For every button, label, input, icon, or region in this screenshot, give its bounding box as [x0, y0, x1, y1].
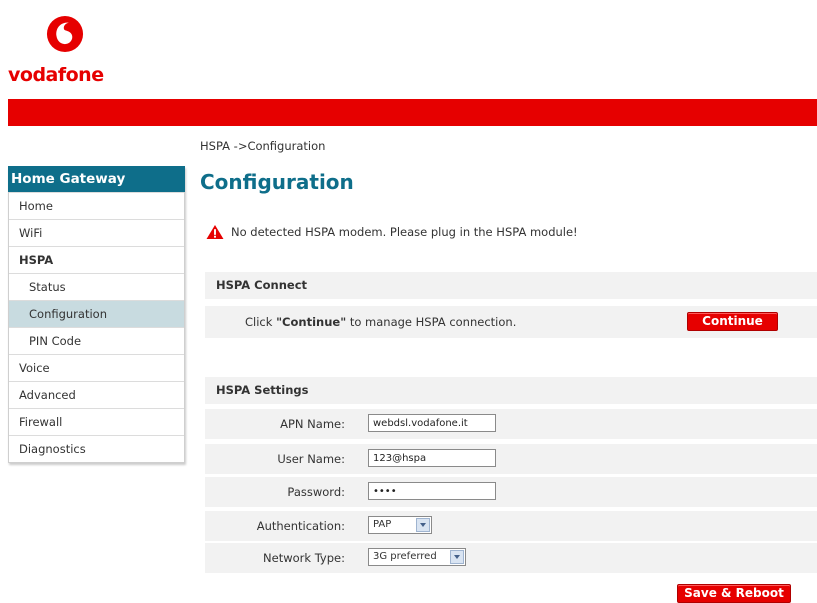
sidebar-item-home[interactable]: Home: [9, 192, 184, 219]
sidebar-item-hspa[interactable]: HSPA: [9, 246, 184, 273]
user-name-input[interactable]: [368, 449, 496, 467]
connect-text-bold: "Continue": [276, 315, 347, 329]
network-type-select[interactable]: 3G preferred: [368, 548, 466, 566]
password-label: Password:: [287, 485, 345, 499]
auth-label: Authentication:: [256, 519, 345, 533]
connect-text-prefix: Click: [245, 315, 277, 329]
brand-name: vodafone: [8, 64, 104, 86]
breadcrumb: HSPA ->Configuration: [200, 139, 326, 153]
sidebar-item-diagnostics[interactable]: Diagnostics: [9, 435, 184, 462]
chevron-down-icon[interactable]: [416, 518, 430, 532]
vodafone-logo: vodafone: [8, 15, 123, 95]
apn-row: APN Name:: [205, 409, 817, 439]
hspa-settings-header: HSPA Settings: [205, 377, 817, 404]
continue-button[interactable]: Continue: [687, 312, 778, 331]
network-label: Network Type:: [263, 551, 345, 565]
warning-text: No detected HSPA modem. Please plug in t…: [231, 225, 578, 239]
chevron-down-icon[interactable]: [450, 550, 464, 564]
sidebar-item-wifi[interactable]: WiFi: [9, 219, 184, 246]
apn-label: APN Name:: [280, 417, 345, 431]
user-row: User Name:: [205, 444, 817, 474]
connect-text-suffix: to manage HSPA connection.: [346, 315, 517, 329]
sidebar-item-status[interactable]: Status: [9, 273, 184, 300]
save-reboot-button[interactable]: Save & Reboot: [677, 584, 791, 603]
password-input[interactable]: [368, 482, 496, 500]
hspa-connect-header: HSPA Connect: [205, 272, 817, 299]
sidebar: Home Gateway Settings Home WiFi HSPA Sta…: [8, 166, 185, 463]
sidebar-item-voice[interactable]: Voice: [9, 354, 184, 381]
header-bar: [8, 99, 817, 126]
page-title: Configuration: [200, 170, 354, 194]
sidebar-item-pin-code[interactable]: PIN Code: [9, 327, 184, 354]
network-type-value: 3G preferred: [373, 551, 437, 562]
warning-message: No detected HSPA modem. Please plug in t…: [205, 224, 578, 240]
network-row: Network Type: 3G preferred: [205, 543, 817, 573]
auth-row: Authentication: PAP: [205, 511, 817, 541]
vodafone-speechmark-icon: [46, 15, 84, 53]
hspa-connect-row: Click "Continue" to manage HSPA connecti…: [205, 306, 817, 338]
sidebar-item-advanced[interactable]: Advanced: [9, 381, 184, 408]
apn-name-input[interactable]: [368, 414, 496, 432]
warning-icon: [206, 224, 224, 240]
sidebar-item-configuration[interactable]: Configuration: [9, 300, 184, 327]
password-row: Password:: [205, 477, 817, 507]
user-label: User Name:: [277, 452, 345, 466]
hspa-connect-text: Click "Continue" to manage HSPA connecti…: [245, 315, 516, 329]
sidebar-item-firewall[interactable]: Firewall: [9, 408, 184, 435]
authentication-select[interactable]: PAP: [368, 516, 432, 534]
authentication-value: PAP: [373, 519, 392, 530]
sidebar-title: Home Gateway Settings: [8, 166, 185, 213]
